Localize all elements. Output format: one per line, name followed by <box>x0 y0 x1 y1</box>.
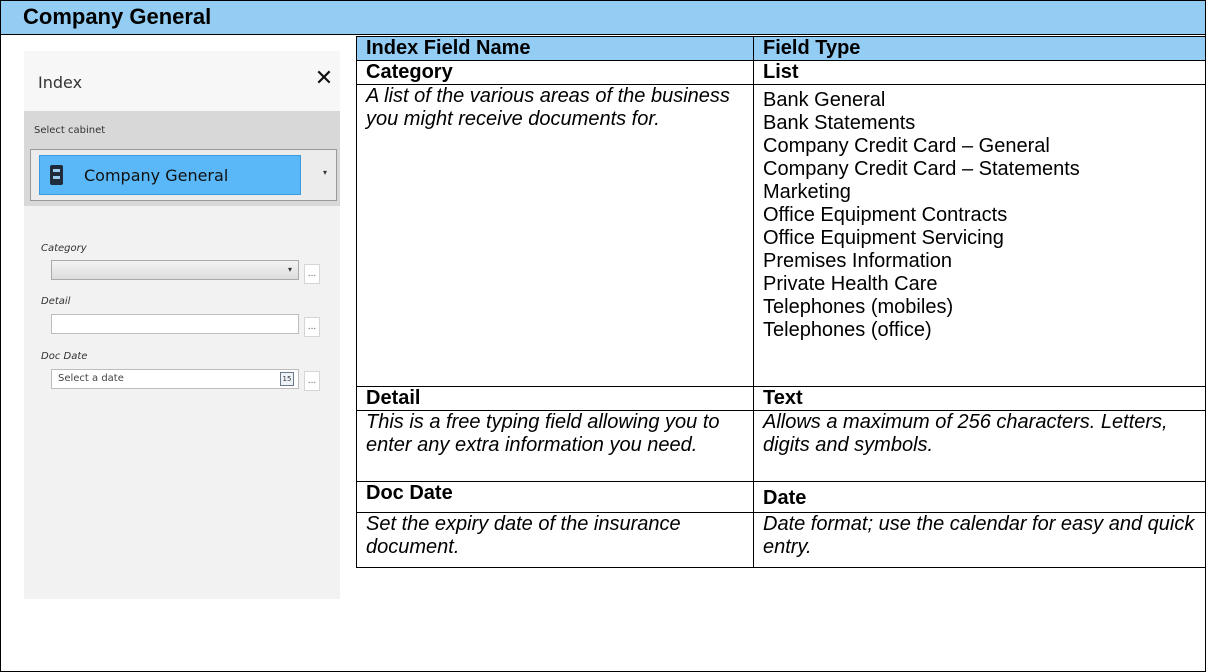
field-type-doc-date: Date <box>753 481 1206 513</box>
cabinet-select[interactable]: Company General ▾ <box>30 149 337 201</box>
category-options-list: Bank General Bank Statements Company Cre… <box>753 84 1206 387</box>
detail-description: This is a free typing field allowing you… <box>356 410 754 482</box>
field-name-detail: Detail <box>356 386 754 411</box>
table-row: Category List <box>356 60 1206 85</box>
table-row: Set the expiry date of the insurance doc… <box>356 512 1206 568</box>
table-row: This is a free typing field allowing you… <box>356 410 1206 482</box>
header-field-type: Field Type <box>753 36 1206 61</box>
category-label: Category <box>41 243 87 254</box>
field-type-detail: Text <box>753 386 1206 411</box>
table-row: A list of the various areas of the busin… <box>356 84 1206 387</box>
list-item: Office Equipment Contracts <box>763 204 1008 226</box>
header-index-field-name: Index Field Name <box>356 36 754 61</box>
chevron-down-icon: ▾ <box>287 265 292 274</box>
list-item: Office Equipment Servicing <box>763 227 1004 249</box>
list-item: Telephones (mobiles) <box>763 296 954 318</box>
table-row: Detail Text <box>356 386 1206 411</box>
list-item: Bank General <box>763 89 886 111</box>
doc-date-description: Set the expiry date of the insurance doc… <box>356 512 754 568</box>
close-icon[interactable]: ✕ <box>314 68 334 90</box>
category-dropdown[interactable]: ▾ <box>51 260 299 280</box>
table-header-row: Index Field Name Field Type <box>356 36 1206 61</box>
field-type-category: List <box>753 60 1206 85</box>
doc-date-label: Doc Date <box>41 351 88 362</box>
category-ellipsis-button[interactable]: ... <box>304 264 320 284</box>
calendar-icon[interactable]: 15 <box>280 372 294 386</box>
list-item: Company Credit Card – General <box>763 135 1050 157</box>
doc-date-type-description: Date format; use the calendar for easy a… <box>753 512 1206 568</box>
detail-input[interactable] <box>51 314 299 334</box>
panel-header: Index ✕ <box>24 51 340 111</box>
page-title: Company General <box>23 4 212 29</box>
list-item: Marketing <box>763 181 851 203</box>
detail-type-description: Allows a maximum of 256 characters. Lett… <box>753 410 1206 482</box>
category-description: A list of the various areas of the busin… <box>356 84 754 387</box>
doc-date-input[interactable]: Select a date 15 <box>51 369 299 389</box>
select-cabinet-label: Select cabinet <box>34 125 106 136</box>
date-placeholder: Select a date <box>58 373 124 384</box>
list-item: Company Credit Card – Statements <box>763 158 1080 180</box>
index-fields-table: Index Field Name Field Type Category Lis… <box>356 36 1206 568</box>
cabinet-selected-item[interactable]: Company General <box>39 155 301 195</box>
detail-label: Detail <box>41 296 71 307</box>
list-item: Premises Information <box>763 250 952 272</box>
filing-cabinet-icon <box>50 165 63 185</box>
document-page: Company General Index ✕ Select cabinet C… <box>0 0 1206 672</box>
field-name-doc-date: Doc Date <box>356 481 754 513</box>
table-row: Doc Date Date <box>356 481 1206 513</box>
cabinet-area: Select cabinet Company General ▾ <box>24 111 340 206</box>
field-name-category: Category <box>356 60 754 85</box>
panel-title: Index <box>38 73 83 92</box>
doc-date-ellipsis-button[interactable]: ... <box>304 371 320 391</box>
detail-ellipsis-button[interactable]: ... <box>304 317 320 337</box>
list-item: Telephones (office) <box>763 319 932 341</box>
cabinet-name: Company General <box>84 166 229 185</box>
index-panel: Index ✕ Select cabinet Company General ▾… <box>24 51 340 599</box>
chevron-down-icon[interactable]: ▾ <box>323 168 327 177</box>
list-item: Private Health Care <box>763 273 938 295</box>
list-item: Bank Statements <box>763 112 916 134</box>
title-bar: Company General <box>1 1 1205 35</box>
